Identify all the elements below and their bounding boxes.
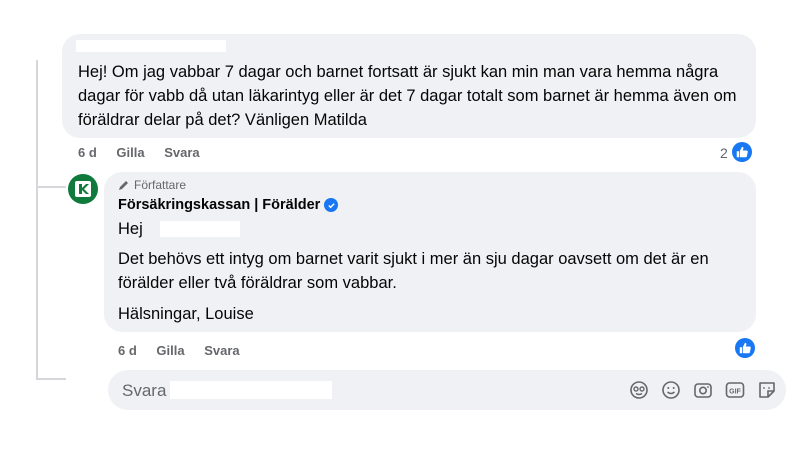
author-name[interactable]: Försäkringskassan | Förälder [118,197,320,213]
reply-like-button[interactable]: Gilla [156,343,184,358]
redacted-commenter-name [76,40,226,52]
comment-text: Hej! Om jag vabbar 7 dagar och barnet fo… [78,63,737,129]
thread-line-vertical [36,60,38,378]
sticker-icon[interactable] [756,379,778,401]
comment-like-button[interactable]: Gilla [116,145,144,160]
author-badge-label: Författare [134,178,187,192]
reply-timestamp[interactable]: 6 d [118,343,137,358]
thread-line-branch-composer [36,378,66,380]
comment-timestamp[interactable]: 6 d [78,145,97,160]
gif-icon[interactable]: GIF [724,379,746,401]
reply-reply-button[interactable]: Svara [204,343,239,358]
reply-input[interactable]: Svara [122,381,166,401]
emoji-icon[interactable] [660,379,682,401]
svg-text:GIF: GIF [729,389,741,396]
author-avatar[interactable] [68,174,98,204]
comment-like-icon[interactable] [732,142,752,162]
pen-icon [119,181,128,190]
comment-actions: 6 d Gilla Svara [78,145,216,160]
camera-icon[interactable] [692,379,714,401]
reply-signoff: Hälsningar, Louise [118,305,254,323]
reply-greeting: Hej [118,220,143,238]
reply-like-icon[interactable] [735,338,755,358]
comment-reply-button[interactable]: Svara [164,145,199,160]
redacted-reply-target [170,381,332,399]
thread-line-branch-reply [36,186,66,188]
author-name-row: Försäkringskassan | Förälder [118,197,339,213]
verified-badge-icon [324,198,339,212]
avatar-sticker-icon[interactable] [628,379,650,401]
reply-actions: 6 d Gilla Svara [118,343,256,358]
current-user-avatar[interactable] [72,376,102,406]
author-badge: Författare [118,178,186,192]
redacted-recipient-name [160,221,240,237]
reply-paragraph: Det behövs ett intyg om barnet varit sju… [118,250,709,292]
comment-like-count[interactable]: 2 [720,145,728,161]
